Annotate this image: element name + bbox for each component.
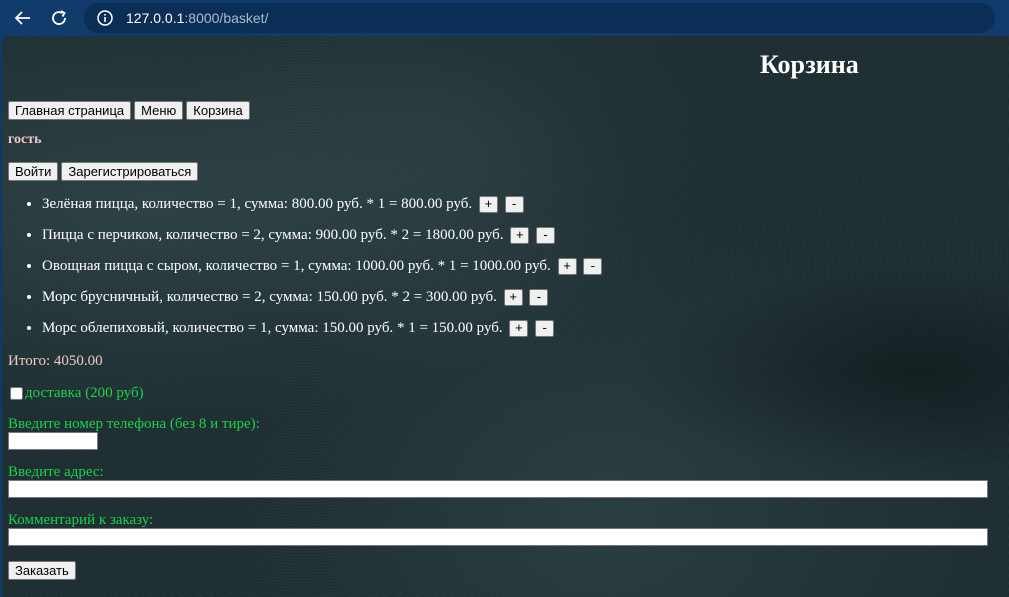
main-nav: Главная страница Меню Корзина	[8, 101, 250, 120]
list-item: Зелёная пицца, количество = 1, сумма: 80…	[42, 196, 602, 227]
url-host: 127.0.0.1	[126, 10, 185, 26]
address-label: Введите адрес:	[8, 464, 104, 480]
order-button[interactable]: Заказать	[8, 561, 76, 580]
basket-items-list: Зелёная пицца, количество = 1, сумма: 80…	[8, 196, 603, 351]
item-text: Морс облепиховый, количество = 1, сумма:…	[42, 320, 503, 337]
decrease-button[interactable]: -	[535, 320, 555, 338]
info-icon[interactable]	[96, 9, 114, 27]
delivery-checkbox[interactable]	[10, 387, 23, 400]
basket-total: Итого: 4050.00	[8, 353, 103, 369]
back-arrow-icon	[14, 11, 30, 25]
item-text: Овощная пицца с сыром, количество = 1, с…	[42, 258, 551, 275]
basket-page: Корзина Главная страница Меню Корзина го…	[2, 36, 1009, 597]
address-bar[interactable]: 127.0.0.1:8000/basket/	[84, 3, 995, 33]
login-button[interactable]: Войти	[8, 162, 59, 181]
increase-button[interactable]: +	[557, 258, 577, 276]
auth-buttons: Войти Зарегистрироваться	[8, 162, 199, 181]
basket-button[interactable]: Корзина	[186, 101, 250, 120]
reload-icon	[52, 10, 66, 25]
item-text: Морс брусничный, количество = 2, сумма: …	[42, 289, 497, 306]
phone-field[interactable]	[8, 432, 98, 450]
order-row: Заказать	[8, 561, 76, 580]
comment-label: Комментарий к заказу:	[8, 512, 154, 528]
decrease-button[interactable]: -	[536, 227, 556, 245]
list-item: Морс брусничный, количество = 2, сумма: …	[42, 289, 602, 320]
reload-button[interactable]	[44, 3, 74, 33]
comment-field[interactable]	[8, 528, 988, 546]
item-text: Зелёная пицца, количество = 1, сумма: 80…	[42, 196, 473, 213]
browser-toolbar: 127.0.0.1:8000/basket/	[0, 0, 1009, 36]
increase-button[interactable]: +	[503, 289, 523, 307]
back-button[interactable]	[8, 3, 38, 33]
item-text: Пицца с перчиком, количество = 2, сумма:…	[42, 227, 504, 244]
decrease-button[interactable]: -	[504, 196, 524, 214]
decrease-button[interactable]: -	[529, 289, 549, 307]
list-item: Морс облепиховый, количество = 1, сумма:…	[42, 320, 602, 351]
increase-button[interactable]: +	[478, 196, 498, 214]
phone-label: Введите номер телефона (без 8 и тире):	[8, 416, 260, 432]
delivery-option[interactable]: доставка (200 руб)	[10, 385, 144, 402]
menu-button[interactable]: Меню	[134, 101, 184, 120]
address-field[interactable]	[8, 480, 988, 498]
home-button[interactable]: Главная страница	[8, 101, 132, 120]
delivery-label: доставка (200 руб)	[25, 385, 144, 401]
url-path: :8000/basket/	[184, 10, 269, 26]
register-button[interactable]: Зарегистрироваться	[61, 162, 199, 181]
increase-button[interactable]: +	[509, 320, 529, 338]
decrease-button[interactable]: -	[583, 258, 603, 276]
list-item: Пицца с перчиком, количество = 2, сумма:…	[42, 227, 602, 258]
increase-button[interactable]: +	[510, 227, 530, 245]
list-item: Овощная пицца с сыром, количество = 1, с…	[42, 258, 603, 289]
page-title: Корзина	[760, 50, 859, 79]
user-status: гость	[8, 132, 42, 147]
